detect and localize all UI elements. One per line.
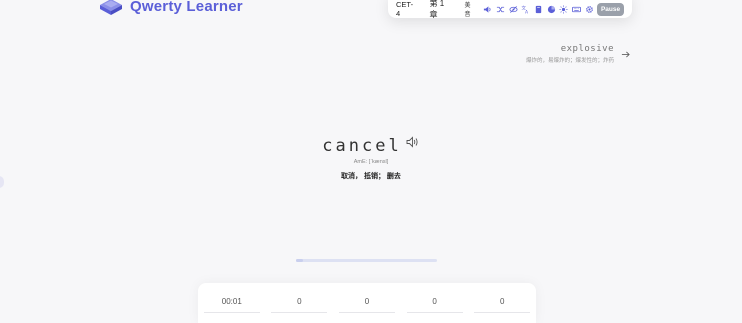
accent-selector[interactable]: 美音 <box>465 0 477 18</box>
stats-panel: 00:01 0 0 0 0 <box>198 283 536 323</box>
stat-wpm: 0 <box>338 297 395 323</box>
book-icon[interactable] <box>534 4 544 14</box>
chapter-selector[interactable]: 第 1 章 <box>430 0 454 20</box>
dictionary-selector[interactable]: CET-4 <box>396 0 417 18</box>
word-panel: cancel AmE: [ˈkænsl] 取消， 抵销； 删去 <box>0 136 742 181</box>
shuffle-icon[interactable] <box>496 4 506 14</box>
pause-button[interactable]: Pause <box>597 2 625 16</box>
current-word[interactable]: cancel <box>322 136 401 156</box>
word-translation: 取消， 抵销； 删去 <box>341 173 401 180</box>
app-logo[interactable]: Qwerty Learner <box>98 0 243 16</box>
stat-input-count: 0 <box>271 297 328 323</box>
stat-value: 00:01 <box>203 297 260 313</box>
stat-value: 0 <box>338 297 395 313</box>
stat-value: 0 <box>474 297 531 313</box>
stat-time: 00:01 <box>203 297 260 323</box>
settings-icon[interactable] <box>584 4 594 14</box>
phonetic-text: AmE: [ˈkænsl] <box>353 159 389 165</box>
app-title: Qwerty Learner <box>130 0 243 15</box>
stats-icon[interactable] <box>546 4 556 14</box>
keyboard-icon[interactable] <box>572 4 582 14</box>
stat-value: 0 <box>271 297 328 313</box>
next-word-text: explosive <box>560 44 614 54</box>
stat-accuracy: 0 <box>474 297 531 323</box>
stat-correct-count: 0 <box>406 297 463 323</box>
progress-fill <box>296 259 304 262</box>
keycap-logo-icon <box>98 0 124 16</box>
svg-text:A: A <box>525 9 529 13</box>
sound-icon[interactable] <box>483 4 493 14</box>
speaker-icon[interactable] <box>406 135 420 153</box>
top-toolbar: CET-4 第 1 章 美音 文A Pause <box>388 0 632 20</box>
arrow-right-icon[interactable] <box>621 46 630 64</box>
next-word-translation: 爆炸的，易爆炸的；爆发性的；炸药 <box>525 58 614 64</box>
translate-icon[interactable]: 文A <box>521 4 531 14</box>
sun-icon[interactable] <box>559 4 569 14</box>
next-word-preview[interactable]: explosive 爆炸的，易爆炸的；爆发性的；炸药 <box>526 44 614 64</box>
hide-icon[interactable] <box>508 4 518 14</box>
sidebar-toggle[interactable] <box>0 176 4 188</box>
progress-bar <box>296 259 437 262</box>
stat-value: 0 <box>406 297 463 313</box>
